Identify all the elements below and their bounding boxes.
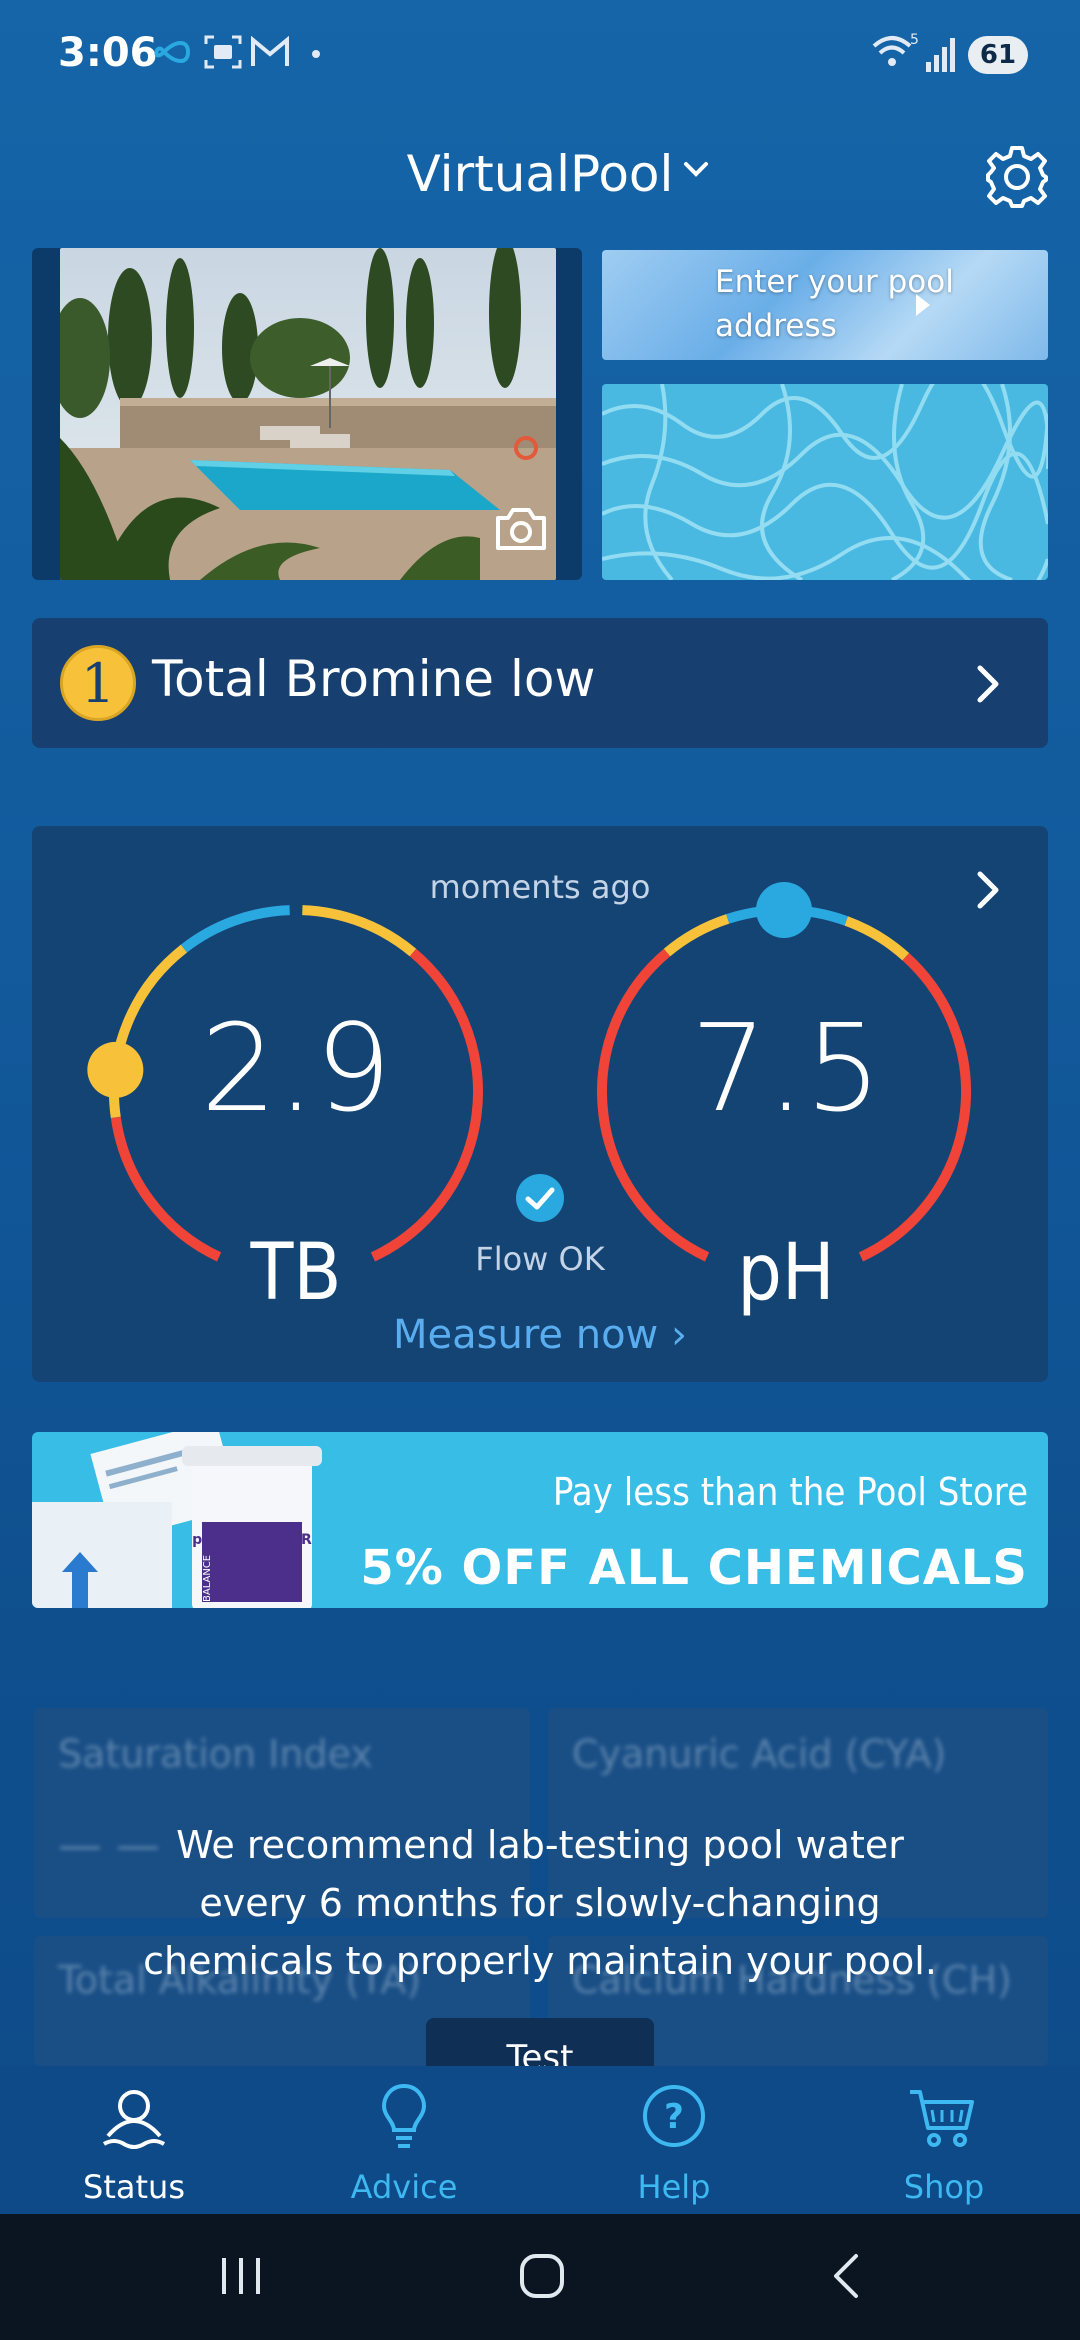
promo-line-2: 5% OFF ALL CHEMICALS — [360, 1540, 1028, 1596]
saturation-index-label: Saturation Index — [58, 1732, 373, 1776]
signal-icon — [926, 38, 955, 72]
check-circle-icon — [516, 1174, 564, 1222]
svg-text:5: 5 — [910, 32, 919, 48]
alert-text: Total Bromine low — [152, 650, 596, 708]
status-time: 3:06 — [58, 30, 158, 76]
pool-photo[interactable] — [60, 248, 556, 580]
ph-marker — [756, 882, 812, 938]
lab-test-recommendation: We recommend lab-testing pool water ever… — [0, 1816, 1080, 1990]
promo-line-1: Pay less than the Pool Store — [552, 1470, 1028, 1514]
back-icon[interactable] — [826, 2252, 866, 2300]
gear-icon[interactable] — [984, 144, 1050, 210]
notification-dot-icon — [312, 50, 320, 58]
lightbulb-icon — [381, 2083, 427, 2148]
tab-status-label: Status — [83, 2168, 185, 2206]
camera-icon[interactable] — [494, 504, 548, 552]
alert-count-badge: 1 — [60, 645, 136, 721]
cya-label: Cyanuric Acid (CYA) — [572, 1732, 947, 1776]
wifi-icon: 5 — [872, 32, 919, 66]
tab-shop-label: Shop — [903, 2168, 985, 2206]
cart-icon — [910, 2090, 974, 2147]
ph-value: 7.5 — [690, 1000, 882, 1139]
enter-address-label: Enter your pool address — [715, 264, 954, 344]
play-arrow-icon — [916, 294, 930, 316]
ph-arc-caution-high — [844, 916, 910, 961]
recommendation-text: We recommend lab-testing pool water ever… — [143, 1823, 937, 1983]
tb-value: 2.9 — [200, 1000, 392, 1139]
gmail-icon — [251, 36, 289, 66]
infinity-icon — [154, 41, 191, 63]
battery-icon: 61 — [968, 36, 1028, 74]
person-icon — [102, 2090, 166, 2149]
product-brand: BALANCE — [202, 1555, 213, 1602]
chevron-right-icon[interactable] — [964, 660, 1012, 708]
product-label: pH DECREASER — [192, 1532, 312, 1548]
tb-arc-ideal-left — [180, 905, 290, 953]
water-photo[interactable] — [602, 384, 1048, 580]
tb-marker — [87, 1041, 144, 1098]
pool-title[interactable]: VirtualPool — [0, 145, 1080, 203]
tab-advice-label: Advice — [350, 2168, 458, 2206]
flow-status: Flow OK — [475, 1240, 605, 1278]
help-icon: ? — [643, 2085, 705, 2147]
ph-arc-caution-low — [663, 914, 730, 957]
chevron-down-icon[interactable] — [678, 152, 714, 188]
svg-text:?: ? — [664, 2097, 684, 2137]
screenshot-icon — [204, 35, 242, 69]
home-icon[interactable] — [518, 2252, 566, 2300]
tb-arc-caution-high — [302, 905, 417, 957]
product-image: pH DECREASER BALANCE — [32, 1432, 322, 1608]
recents-icon[interactable] — [216, 2254, 266, 2298]
measure-now-link[interactable]: Measure now › — [0, 1312, 1080, 1358]
tab-help-label: Help — [637, 2168, 711, 2206]
